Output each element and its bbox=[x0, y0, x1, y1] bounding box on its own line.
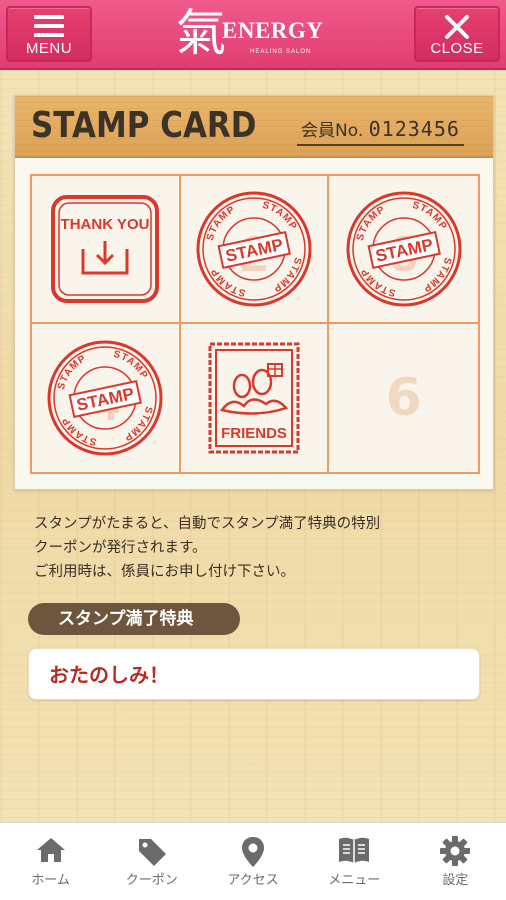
tab-label: アクセス bbox=[227, 873, 279, 888]
book-icon bbox=[304, 835, 405, 873]
tag-icon bbox=[101, 835, 202, 873]
tab-coupon[interactable]: クーポン bbox=[101, 823, 202, 900]
logo-brand: ENERGY bbox=[222, 18, 324, 43]
note-line: クーポンが発行されます。 bbox=[34, 540, 207, 556]
stamp-slot-5: FRIENDS bbox=[180, 324, 330, 472]
menu-label: MENU bbox=[25, 40, 73, 57]
logo-subtitle: HEALING SALON bbox=[250, 49, 312, 55]
member-number-value: 0123456 bbox=[368, 117, 460, 141]
stamp-note: スタンプがたまると、自動でスタンプ満了特典の特別 クーポンが発行されます。 ご利… bbox=[34, 512, 484, 584]
stamp-seal: 3 STAMP STAMP STAMP STAMP STAMP bbox=[346, 191, 462, 307]
stamp-slot-2: 2 STAMP STAMP STAMP STAMP STAMP bbox=[180, 176, 330, 324]
close-button[interactable]: CLOSE bbox=[414, 6, 500, 62]
note-line: ご利用時は、係員にお申し付け下さい。 bbox=[34, 564, 295, 580]
member-number: 会員No. 0123456 bbox=[297, 114, 464, 146]
bottom-tab-bar: ホーム クーポン アクセス メニュー 設定 bbox=[0, 822, 506, 900]
map-pin-icon bbox=[202, 835, 303, 873]
stamp-slot-6: 6 bbox=[329, 324, 478, 472]
reward-value: おたのしみ！ bbox=[28, 648, 480, 700]
thank-you-stamp: THANK YOU bbox=[51, 195, 160, 303]
gear-icon bbox=[405, 835, 506, 873]
tab-label: ホーム bbox=[31, 873, 70, 888]
reward-heading: スタンプ満了特典 bbox=[28, 603, 240, 635]
tab-label: 設定 bbox=[442, 873, 469, 888]
svg-text:THANK YOU: THANK YOU bbox=[61, 216, 150, 233]
note-line: スタンプがたまると、自動でスタンプ満了特典の特別 bbox=[34, 516, 381, 532]
stamp-slot-3: 3 STAMP STAMP STAMP STAMP STAMP bbox=[329, 176, 478, 324]
tab-label: メニュー bbox=[328, 873, 381, 888]
stamp-card: STAMP CARD 会員No. 0123456 THANK YOU 2 bbox=[14, 95, 494, 490]
logo-kanji: 氣 bbox=[176, 4, 226, 62]
stamp-slot-1: THANK YOU bbox=[32, 176, 181, 324]
menu-button[interactable]: MENU bbox=[6, 6, 92, 62]
stamp-seal: 2 STAMP STAMP STAMP STAMP STAMP bbox=[196, 191, 312, 307]
close-label: CLOSE bbox=[430, 40, 484, 57]
app-header: MENU 氣 ENERGY HEALING SALON CLOSE bbox=[0, 0, 506, 70]
brand-logo: 氣 ENERGY HEALING SALON bbox=[170, 4, 340, 66]
hamburger-icon bbox=[8, 8, 90, 42]
stamp-grid: THANK YOU 2 STAMP STAMP STAMP bbox=[30, 174, 480, 474]
stamp-card-title: STAMP CARD bbox=[31, 105, 257, 146]
tab-settings[interactable]: 設定 bbox=[405, 823, 506, 900]
close-icon bbox=[416, 8, 498, 42]
tab-access[interactable]: アクセス bbox=[202, 823, 303, 900]
member-label: 会員No. bbox=[301, 121, 364, 141]
tab-menu[interactable]: メニュー bbox=[304, 823, 405, 900]
tab-label: クーポン bbox=[125, 873, 178, 888]
stamp-seal: 4 STAMP STAMP STAMP STAMP STAMP bbox=[47, 340, 163, 456]
tab-home[interactable]: ホーム bbox=[0, 823, 101, 900]
stamp-slot-4: 4 STAMP STAMP STAMP STAMP STAMP bbox=[32, 324, 181, 472]
slot-number: 6 bbox=[385, 368, 422, 428]
home-icon bbox=[0, 835, 101, 873]
friends-stamp: FRIENDS bbox=[208, 342, 300, 454]
stamp-card-header: STAMP CARD 会員No. 0123456 bbox=[15, 96, 493, 158]
svg-text:FRIENDS: FRIENDS bbox=[221, 425, 287, 442]
